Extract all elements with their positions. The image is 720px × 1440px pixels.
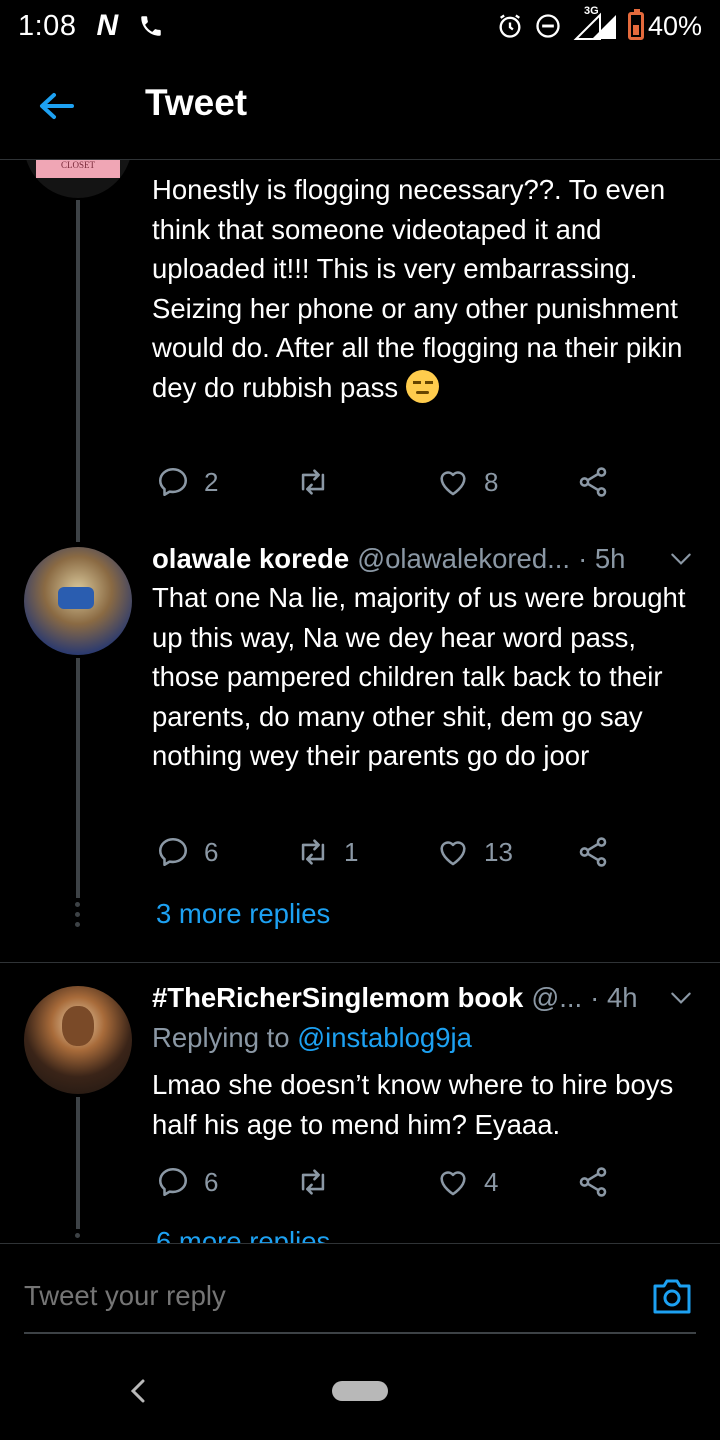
- back-arrow-icon[interactable]: [36, 86, 76, 126]
- tweet-time: · 5h: [578, 543, 626, 574]
- tweet-text: Honestly is flogging necessary??. To eve…: [152, 174, 683, 403]
- more-replies-link[interactable]: 3 more replies: [156, 898, 330, 930]
- like-count: 13: [484, 836, 513, 867]
- user-handle[interactable]: @...: [531, 980, 582, 1016]
- tweet-time: · 4h: [590, 982, 638, 1013]
- like-count: 8: [484, 466, 499, 497]
- page-title: Tweet: [145, 82, 248, 123]
- chevron-down-icon[interactable]: [668, 985, 694, 1011]
- more-replies-link[interactable]: 6 more replies: [156, 1226, 330, 1243]
- home-pill[interactable]: [332, 1381, 388, 1401]
- avatar-mask: [58, 587, 94, 609]
- retweet-icon: [301, 1169, 325, 1195]
- battery-percent: 40%: [647, 10, 702, 41]
- tweet-actions: 6 1 13: [152, 835, 652, 875]
- dnd-icon: [536, 14, 560, 38]
- avatar[interactable]: [24, 986, 132, 1094]
- chevron-down-icon[interactable]: [668, 546, 694, 572]
- reply-icon: [158, 1167, 188, 1197]
- tweet-text: Lmao she doesn’t know where to hire boys…: [152, 1069, 674, 1140]
- retweet-icon: [301, 839, 325, 865]
- reply-count: 6: [204, 836, 219, 867]
- heart-icon: [440, 471, 466, 496]
- header: Tweet: [0, 52, 720, 160]
- display-name[interactable]: #TheRicherSinglemom book: [152, 980, 523, 1016]
- network-type: 3G: [583, 5, 599, 17]
- reply-icon: [158, 837, 188, 867]
- avatar[interactable]: CLOSET: [24, 160, 132, 198]
- display-name[interactable]: olawale korede: [152, 541, 349, 577]
- reply-icon: [158, 467, 188, 497]
- retweet-button[interactable]: 1: [296, 835, 358, 869]
- camera-icon[interactable]: [651, 1276, 693, 1316]
- reply-input[interactable]: [24, 1280, 604, 1312]
- thread-line: [76, 200, 80, 542]
- thread-line: [76, 1097, 80, 1229]
- heart-icon: [440, 841, 466, 866]
- user-handle[interactable]: @olawalekored...: [357, 541, 570, 577]
- share-icon: [579, 467, 607, 497]
- divider: [0, 962, 720, 963]
- status-bar: 1:08 N 3G 40%: [0, 0, 720, 52]
- thread-dots: [74, 902, 82, 932]
- like-button[interactable]: 13: [436, 835, 513, 869]
- reply-button[interactable]: 6: [156, 835, 218, 869]
- share-icon: [579, 837, 607, 867]
- replying-to: Replying to @instablog9ja: [152, 1022, 472, 1053]
- battery-icon: [627, 9, 644, 40]
- tweet-actions: 2 8: [152, 465, 652, 505]
- signal-icon: 3G: [572, 5, 618, 41]
- share-button[interactable]: [576, 1165, 610, 1199]
- nav-back-icon[interactable]: [128, 1377, 148, 1405]
- reply-button[interactable]: 6: [156, 1165, 218, 1199]
- reply-bar: [0, 1243, 720, 1343]
- system-nav-bar: [0, 1343, 720, 1440]
- tweet-header: #TheRicherSinglemom book @... · 4h: [152, 980, 700, 1016]
- share-button[interactable]: [576, 835, 610, 869]
- heart-icon: [440, 1171, 466, 1196]
- share-button[interactable]: [576, 465, 610, 499]
- reply-underline: [24, 1332, 696, 1334]
- avatar[interactable]: [24, 547, 132, 655]
- phone-icon: [141, 16, 161, 36]
- tweet-actions: 6 4: [152, 1165, 652, 1205]
- retweet-count: 1: [344, 836, 359, 867]
- share-icon: [579, 1167, 607, 1197]
- avatar-face: [62, 1006, 94, 1046]
- reply-button[interactable]: 2: [156, 465, 218, 499]
- reply-count: 6: [204, 1166, 219, 1197]
- mention-link[interactable]: @instablog9ja: [297, 1022, 472, 1053]
- like-button[interactable]: 4: [436, 1165, 498, 1199]
- tweet-header: olawale korede @olawalekored... · 5h: [152, 541, 700, 577]
- retweet-button[interactable]: [296, 1165, 344, 1199]
- alarm-icon: [499, 14, 521, 38]
- tweet-text: That one Na lie, majority of us were bro…: [152, 582, 686, 771]
- battery-indicator: 40%: [627, 9, 702, 42]
- like-button[interactable]: 8: [436, 465, 498, 499]
- retweet-icon: [301, 469, 325, 495]
- retweet-button[interactable]: [296, 465, 344, 499]
- like-count: 4: [484, 1166, 499, 1197]
- reply-thread[interactable]: CLOSET Honestly is flogging necessary??.…: [0, 160, 720, 1243]
- thread-dots: [74, 1233, 82, 1243]
- app-notification-icon: N: [96, 9, 119, 42]
- avatar-closet-logo: CLOSET: [36, 160, 120, 178]
- status-time: 1:08: [18, 9, 77, 42]
- unamused-face-emoji: [405, 369, 439, 403]
- reply-count: 2: [204, 466, 219, 497]
- thread-line: [76, 658, 80, 898]
